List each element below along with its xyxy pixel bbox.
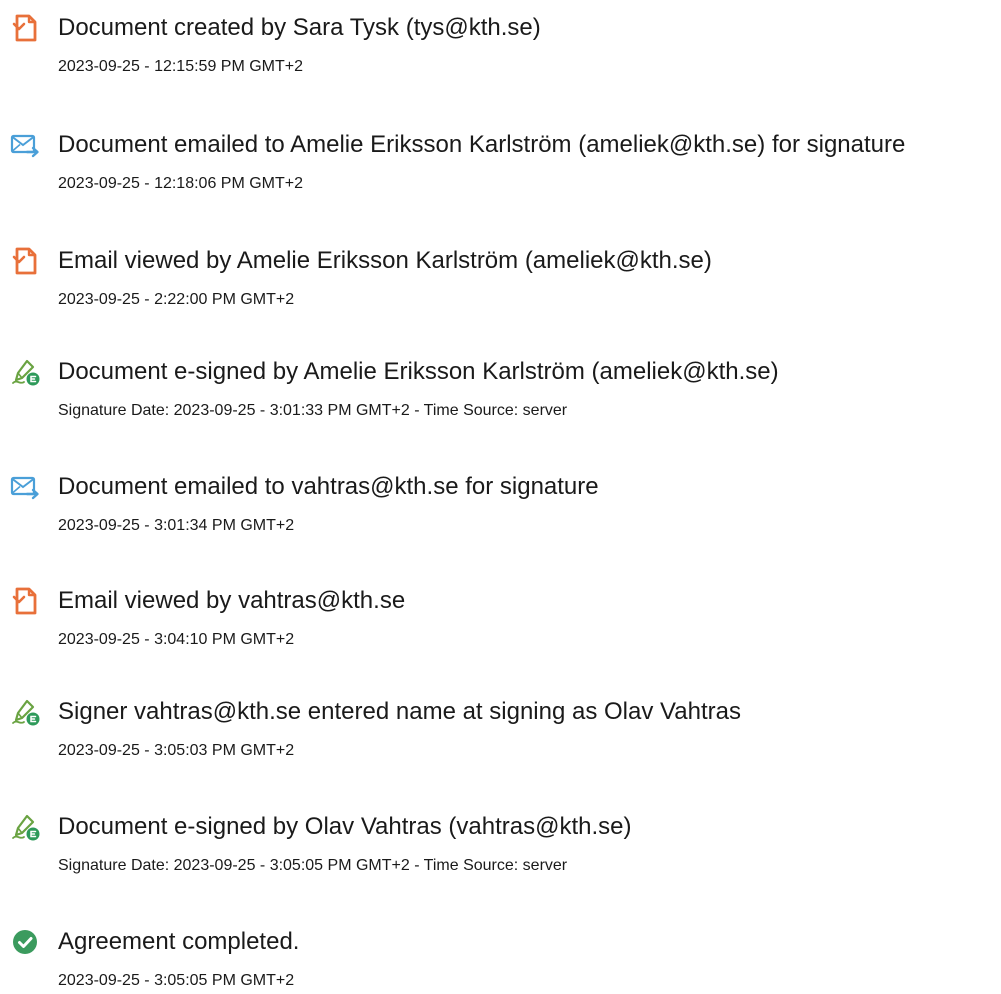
event-timestamp: 2023-09-25 - 3:05:05 PM GMT+2 — [58, 972, 295, 989]
event-title: Document created by Sara Tysk (tys@kth.s… — [58, 14, 541, 41]
event-timestamp: 2023-09-25 - 2:22:00 PM GMT+2 — [58, 291, 295, 308]
event-timestamp: Signature Date: 2023-09-25 - 3:01:33 PM … — [58, 402, 568, 419]
event-title: Email viewed by vahtras@kth.se — [58, 587, 406, 614]
event-timestamp: 2023-09-25 - 12:15:59 PM GMT+2 — [58, 58, 304, 75]
event-timestamp: 2023-09-25 - 3:01:34 PM GMT+2 — [58, 517, 295, 534]
event-timestamp: 2023-09-25 - 12:18:06 PM GMT+2 — [58, 175, 304, 192]
document-icon — [10, 586, 40, 616]
event-title: Agreement completed. — [58, 928, 300, 955]
email-sent-icon — [10, 472, 40, 502]
audit-event-list: Document created by Sara Tysk (tys@kth.s… — [0, 0, 1001, 994]
document-icon — [10, 246, 40, 276]
pen-sign-icon — [10, 812, 40, 842]
pen-sign-icon — [10, 357, 40, 387]
event-timestamp: 2023-09-25 - 3:05:03 PM GMT+2 — [58, 742, 295, 759]
document-icon — [10, 13, 40, 43]
event-timestamp: 2023-09-25 - 3:04:10 PM GMT+2 — [58, 631, 295, 648]
event-title: Signer vahtras@kth.se entered name at si… — [58, 698, 741, 725]
event-title: Email viewed by Amelie Eriksson Karlströ… — [58, 247, 712, 274]
pen-sign-icon — [10, 697, 40, 727]
email-sent-icon — [10, 130, 40, 160]
event-title: Document e-signed by Olav Vahtras (vahtr… — [58, 813, 632, 840]
event-title: Document emailed to Amelie Eriksson Karl… — [58, 131, 906, 158]
event-title: Document e-signed by Amelie Eriksson Kar… — [58, 358, 779, 385]
checkmark-circle-icon — [10, 927, 40, 957]
event-timestamp: Signature Date: 2023-09-25 - 3:05:05 PM … — [58, 857, 568, 874]
event-title: Document emailed to vahtras@kth.se for s… — [58, 473, 599, 500]
